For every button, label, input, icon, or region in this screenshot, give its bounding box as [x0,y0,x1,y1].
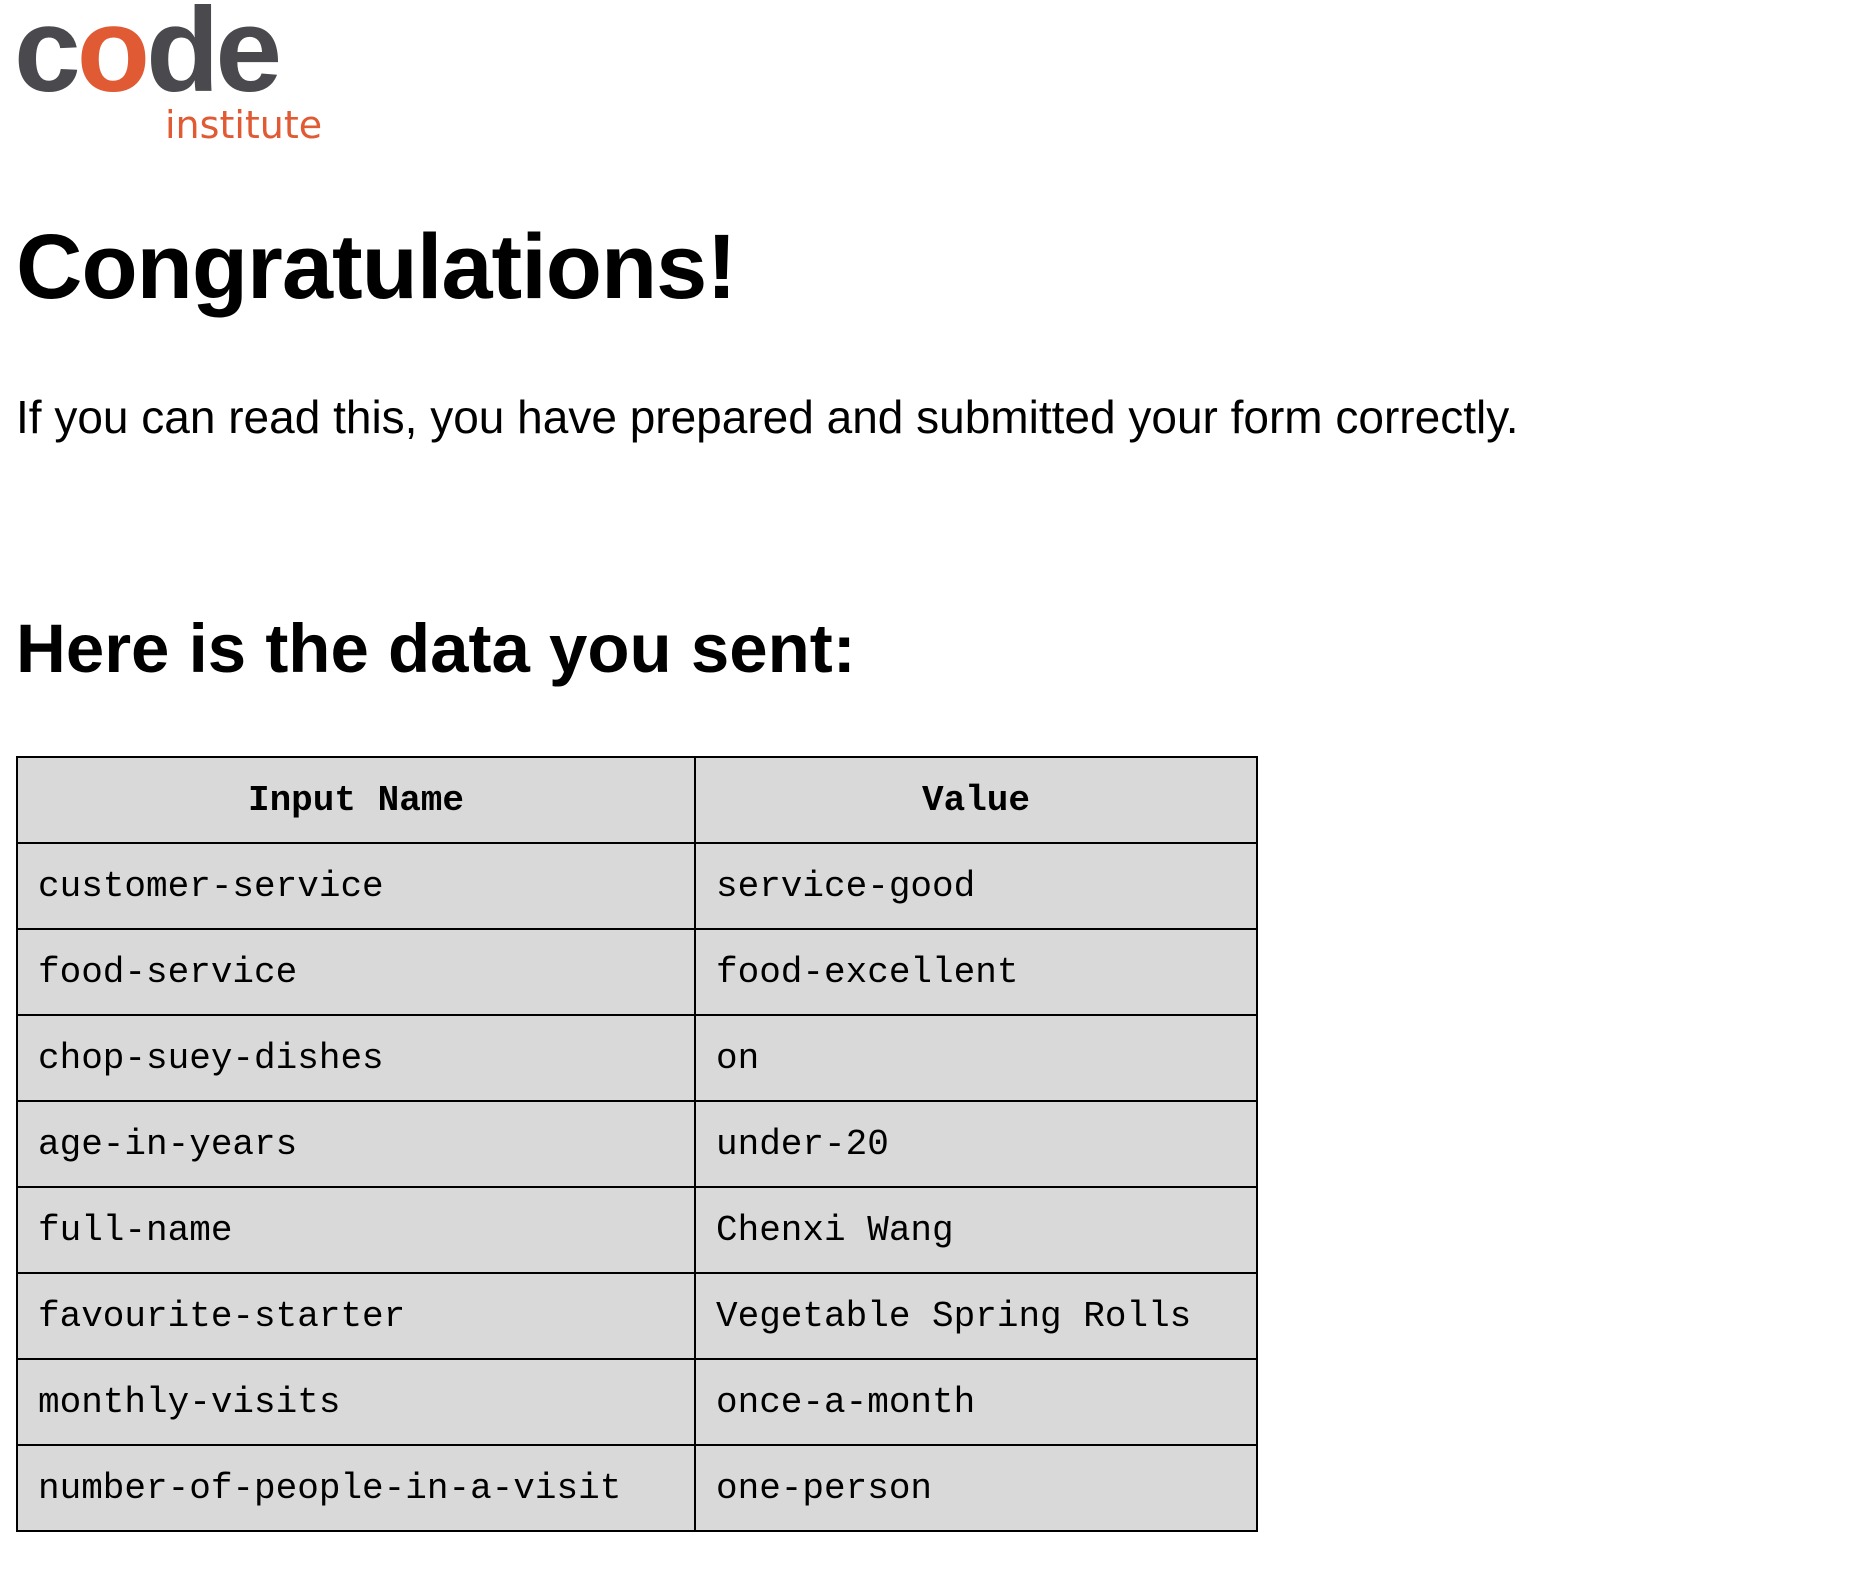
cell-input-name: age-in-years [16,1100,696,1188]
cell-value: Chenxi Wang [694,1186,1258,1274]
code-institute-logo: code institute [14,0,334,150]
data-table: Input Name Value customer-service servic… [16,756,1258,1532]
header-value: Value [694,756,1258,844]
data-table-container: Input Name Value customer-service servic… [16,756,1258,1532]
table-row: customer-service service-good [16,842,1258,930]
cell-value: one-person [694,1444,1258,1532]
table-row: food-service food-excellent [16,928,1258,1016]
table-header-row: Input Name Value [16,756,1258,844]
header-input-name: Input Name [16,756,696,844]
table-row: number-of-people-in-a-visit one-person [16,1444,1258,1532]
cell-input-name: number-of-people-in-a-visit [16,1444,696,1532]
table-row: monthly-visits once-a-month [16,1358,1258,1446]
cell-value: food-excellent [694,928,1258,1016]
cell-input-name: chop-suey-dishes [16,1014,696,1102]
cell-value: Vegetable Spring Rolls [694,1272,1258,1360]
cell-value: on [694,1014,1258,1102]
table-row: favourite-starter Vegetable Spring Rolls [16,1272,1258,1360]
logo-letters-de: de [146,0,282,117]
intro-text: If you can read this, you have prepared … [16,391,1519,443]
cell-input-name: food-service [16,928,696,1016]
logo-subtitle: institute [165,103,323,147]
cell-input-name: monthly-visits [16,1358,696,1446]
logo-wordmark: code [14,0,282,110]
cell-input-name: customer-service [16,842,696,930]
cell-value: service-good [694,842,1258,930]
page-title: Congratulations! [16,216,737,318]
cell-value: once-a-month [694,1358,1258,1446]
table-row: full-name Chenxi Wang [16,1186,1258,1274]
data-heading: Here is the data you sent: [16,610,856,687]
cell-value: under-20 [694,1100,1258,1188]
logo-letter-c: c [14,0,81,117]
cell-input-name: full-name [16,1186,696,1274]
table-row: age-in-years under-20 [16,1100,1258,1188]
table-row: chop-suey-dishes on [16,1014,1258,1102]
cell-input-name: favourite-starter [16,1272,696,1360]
page: code institute Congratulations! If you c… [0,0,1850,1572]
logo-letter-o: o [76,0,150,117]
